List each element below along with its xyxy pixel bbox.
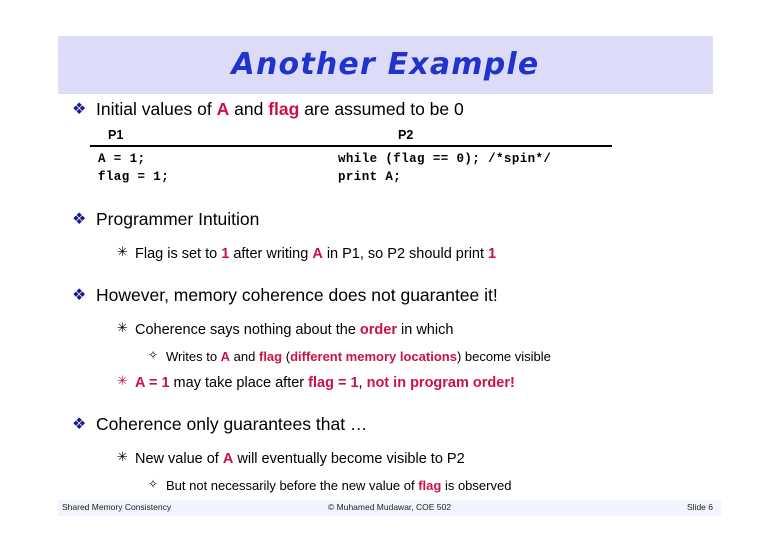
text-segment: ) become visible — [456, 349, 551, 364]
text-segment: Flag is set to — [135, 246, 222, 262]
highlight-memory-locations: different memory locations — [290, 349, 457, 364]
subbullet-flag-set: ✳ Flag is set to 1 after writing A in P1… — [0, 244, 780, 264]
highlight-order: order — [359, 322, 397, 338]
asterisk-bullet-icon: ✳ — [117, 374, 128, 389]
text-segment: Coherence says nothing about the — [135, 322, 360, 338]
text-segment: after writing — [229, 246, 313, 262]
slide-footer: Shared Memory Consistency © Muhamed Muda… — [58, 500, 721, 516]
code-cell-p2: while (flag == 0); /*spin*/ — [338, 152, 552, 166]
open-star-bullet-icon: ✧ — [148, 348, 159, 362]
column-header-p1: P1 — [108, 128, 124, 142]
asterisk-bullet-icon: ✳ — [117, 245, 128, 260]
highlight-variable-a: A — [222, 451, 234, 467]
highlight-not-in-program-order: not in program order! — [366, 375, 515, 391]
text-segment: ( — [282, 349, 291, 364]
bullet-coherence-guarantees: ❖ Coherence only guarantees that … — [0, 413, 780, 436]
heading-text: Coherence only guarantees that … — [96, 414, 368, 434]
text-segment: is observed — [441, 478, 512, 493]
heading-text: Programmer Intuition — [96, 209, 260, 229]
text-segment: in P1, so P2 should print — [322, 246, 489, 262]
diamond-bullet-icon: ❖ — [72, 99, 87, 118]
footer-copyright: © Muhamed Mudawar, COE 502 — [328, 502, 451, 512]
bullet-initial-values: ❖ Initial values of A and flag are assum… — [0, 98, 780, 121]
code-cell-p1: A = 1; — [98, 152, 146, 166]
text-segment: in which — [396, 322, 454, 338]
page-title: Another Example — [231, 47, 540, 82]
diamond-bullet-icon: ❖ — [72, 285, 87, 304]
highlight-variable-a: A — [220, 349, 231, 364]
highlight-variable-flag: flag — [418, 478, 442, 493]
text-segment: New value of — [135, 451, 223, 467]
bullet-however-coherence: ❖ However, memory coherence does not gua… — [0, 284, 780, 307]
subbullet-reorder-warning: ✳ A = 1 may take place after flag = 1, n… — [0, 373, 780, 393]
subbullet-coherence-order: ✳ Coherence says nothing about the order… — [0, 320, 780, 340]
diamond-bullet-icon: ❖ — [72, 414, 87, 433]
asterisk-bullet-icon: ✳ — [117, 321, 128, 336]
heading-text: However, memory coherence does not guara… — [96, 285, 498, 305]
highlight-value-one: 1 — [488, 246, 497, 262]
table-row: A = 1; while (flag == 0); /*spin*/ — [90, 152, 612, 170]
highlight-variable-flag: flag — [268, 99, 300, 119]
text-segment: But not necessarily before the new value… — [166, 478, 419, 493]
column-header-p2: P2 — [398, 128, 414, 142]
highlight-variable-flag: flag — [258, 349, 283, 364]
code-table-header: P1 P2 — [90, 128, 612, 145]
code-cell-p2: print A; — [338, 170, 402, 184]
code-cell-p1: flag = 1; — [98, 170, 170, 184]
bullet-programmer-intuition: ❖ Programmer Intuition — [0, 208, 780, 231]
slide-content: ❖ Initial values of A and flag are assum… — [0, 98, 780, 495]
table-row: flag = 1; print A; — [90, 170, 612, 188]
highlight-assignment-flag: flag = 1 — [308, 375, 359, 391]
text-segment: and — [229, 99, 269, 119]
subsubbullet-not-necessarily-before: ✧ But not necessarily before the new val… — [0, 476, 780, 495]
text-segment: Initial values of — [96, 99, 217, 119]
subsubbullet-writes-visible: ✧ Writes to A and flag (different memory… — [0, 347, 780, 366]
asterisk-bullet-icon: ✳ — [117, 450, 128, 465]
text-segment: and — [230, 349, 259, 364]
footer-slide-number: Slide 6 — [687, 502, 713, 512]
text-segment: are assumed to be 0 — [299, 99, 464, 119]
highlight-variable-a: A — [216, 99, 230, 119]
highlight-variable-a: A — [312, 246, 323, 262]
diamond-bullet-icon: ❖ — [72, 209, 87, 228]
table-divider-rule — [90, 145, 612, 147]
text-segment: will eventually become visible to P2 — [233, 451, 465, 467]
open-star-bullet-icon: ✧ — [148, 477, 159, 491]
text-segment: , — [358, 375, 367, 391]
subbullet-new-value-visible: ✳ New value of A will eventually become … — [0, 449, 780, 469]
text-segment: may take place after — [169, 375, 309, 391]
title-banner: Another Example — [58, 36, 713, 94]
code-comparison-table: P1 P2 A = 1; while (flag == 0); /*spin*/… — [90, 128, 612, 188]
text-segment: Writes to — [166, 349, 221, 364]
highlight-assignment-a: A = 1 — [135, 375, 170, 391]
